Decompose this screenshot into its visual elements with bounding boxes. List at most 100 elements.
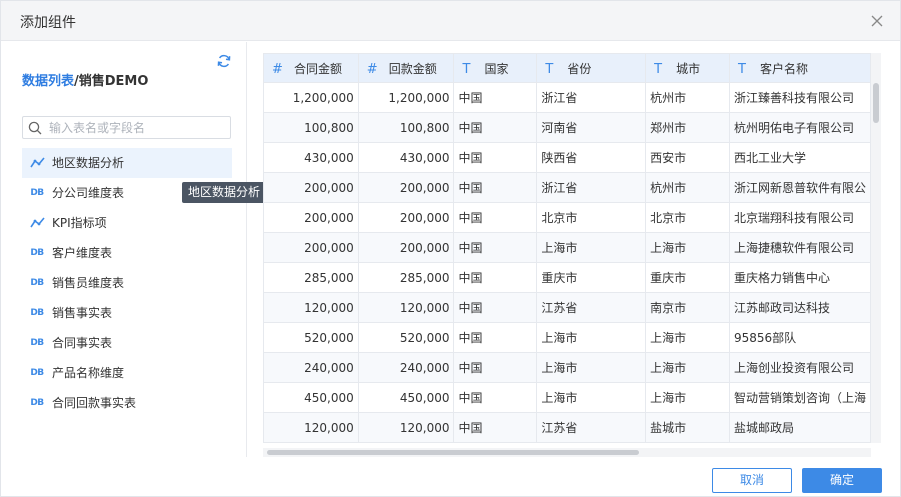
table-cell: 上海市 [645, 322, 730, 353]
table-item-region-analysis[interactable]: 地区数据分析 [22, 148, 232, 178]
table-cell: 重庆格力销售中心 [728, 262, 871, 293]
table-item-label: 销售员维度表 [52, 276, 125, 290]
table-cell: 中国 [453, 202, 538, 233]
table-cell: 北京市 [536, 202, 647, 233]
search-input[interactable] [49, 119, 227, 136]
table-row[interactable]: 1,200,000 1,200,000 中国 浙江省 杭州市 浙江臻善科技有限公司 [263, 82, 871, 113]
table-cell: 杭州市 [645, 82, 730, 113]
text-type-icon: T [737, 61, 746, 77]
table-cell: 重庆市 [645, 262, 730, 293]
table-row[interactable]: 200,000 200,000 中国 北京市 北京市 北京瑞翔科技有限公司 [263, 202, 871, 233]
table-cell: 郑州市 [645, 112, 730, 143]
table-cell: 中国 [453, 172, 538, 203]
table-cell: 江苏邮政司达科技 [728, 292, 871, 323]
table-cell: 200,000 [357, 202, 455, 233]
analysis-icon [29, 208, 45, 238]
db-icon: DB [30, 278, 44, 288]
table-item-contract-payment-fact[interactable]: DB 合同回款事实表 [22, 388, 232, 418]
table-cell: 240,000 [357, 352, 455, 383]
table-cell: 江苏省 [536, 412, 647, 443]
table-item-label: 销售事实表 [52, 306, 113, 320]
text-type-icon: T [654, 61, 663, 77]
scrollbar-thumb[interactable] [873, 83, 879, 123]
table-cell: 100,800 [263, 112, 359, 143]
add-component-dialog: 添加组件 数据列表/销售DEMO 输入表名或字段名 地区数据分析 DB 分公司维… [0, 0, 901, 497]
table-item-label: 地区数据分析 [52, 156, 125, 170]
table-cell: 北京市 [645, 202, 730, 233]
table-item-sales-fact[interactable]: DB 销售事实表 [22, 298, 232, 328]
table-row[interactable]: 120,000 120,000 中国 江苏省 盐城市 盐城邮政局 [263, 412, 871, 443]
table-item-contract-fact[interactable]: DB 合同事实表 [22, 328, 232, 358]
close-icon[interactable] [868, 12, 886, 30]
table-cell: 520,000 [357, 322, 455, 353]
number-type-icon: # [366, 61, 378, 77]
scrollbar-thumb[interactable] [267, 450, 639, 455]
table-row[interactable]: 450,000 450,000 中国 上海市 上海市 智动营销策划咨询（上海 [263, 382, 871, 413]
table-item-label: 客户维度表 [52, 246, 113, 260]
table-cell: 520,000 [263, 322, 359, 353]
table-cell: 盐城邮政局 [728, 412, 871, 443]
table-cell: 上海市 [536, 232, 647, 263]
table-cell: 浙江网新恩普软件有限公 [728, 172, 871, 203]
table-cell: 杭州市 [645, 172, 730, 203]
table-row[interactable]: 520,000 520,000 中国 上海市 上海市 95856部队 [263, 322, 871, 353]
table-cell: 西北工业大学 [728, 142, 871, 173]
table-item-customer-dimension[interactable]: DB 客户维度表 [22, 238, 232, 268]
horizontal-scrollbar[interactable] [263, 448, 871, 457]
table-cell: 上海市 [536, 382, 647, 413]
table-cell: 中国 [453, 412, 538, 443]
table-cell: 上海市 [645, 382, 730, 413]
table-cell: 浙江省 [536, 172, 647, 203]
table-row[interactable]: 200,000 200,000 中国 浙江省 杭州市 浙江网新恩普软件有限公 [263, 172, 871, 203]
table-cell: 200,000 [357, 172, 455, 203]
table-row[interactable]: 240,000 240,000 中国 上海市 上海市 上海创业投资有限公司 [263, 352, 871, 383]
column-header[interactable]: T 客户名称 [728, 53, 871, 83]
table-item-label: 合同回款事实表 [52, 396, 137, 410]
column-header[interactable]: T 国家 [453, 53, 538, 83]
table-cell: 430,000 [357, 142, 455, 173]
table-item-product-dimension[interactable]: DB 产品名称维度 [22, 358, 232, 388]
analysis-icon [29, 148, 45, 178]
table-item-kpi[interactable]: KPI指标项 [22, 208, 232, 238]
table-cell: 1,200,000 [357, 82, 455, 113]
table-item-label: 产品名称维度 [52, 366, 125, 380]
cancel-button[interactable]: 取消 [712, 468, 792, 493]
table-row[interactable]: 100,800 100,800 中国 河南省 郑州市 杭州明佑电子有限公司 [263, 112, 871, 143]
table-cell: 上海市 [645, 232, 730, 263]
table-cell: 北京瑞翔科技有限公司 [728, 202, 871, 233]
table-cell: 中国 [453, 232, 538, 263]
data-table: # 合同金额 # 回款金额 T 国家 T 省份 T 城市 T 客户名称 1,200,000 1… [263, 53, 871, 443]
breadcrumb-data-list-link[interactable]: 数据列表 [22, 74, 74, 89]
column-header[interactable]: # 合同金额 [263, 53, 359, 83]
table-cell: 南京市 [645, 292, 730, 323]
table-cell: 120,000 [263, 292, 359, 323]
table-header-row: # 合同金额 # 回款金额 T 国家 T 省份 T 城市 T 客户名称 [263, 53, 871, 83]
table-item-salesperson-dimension[interactable]: DB 销售员维度表 [22, 268, 232, 298]
search-icon [28, 121, 42, 135]
table-row[interactable]: 120,000 120,000 中国 江苏省 南京市 江苏邮政司达科技 [263, 292, 871, 323]
table-row[interactable]: 430,000 430,000 中国 陕西省 西安市 西北工业大学 [263, 142, 871, 173]
column-header[interactable]: # 回款金额 [357, 53, 455, 83]
db-icon: DB [30, 368, 44, 378]
number-type-icon: # [272, 61, 283, 77]
table-cell: 中国 [453, 142, 538, 173]
table-row[interactable]: 285,000 285,000 中国 重庆市 重庆市 重庆格力销售中心 [263, 262, 871, 293]
table-cell: 中国 [453, 112, 538, 143]
table-cell: 上海捷穗软件有限公司 [728, 232, 871, 263]
column-header[interactable]: T 省份 [536, 53, 647, 83]
table-cell: 江苏省 [536, 292, 647, 323]
table-cell: 120,000 [263, 412, 359, 443]
table-list-panel: 数据列表/销售DEMO 地区数据分析 DB 分公司维度表 [1, 42, 247, 457]
table-cell: 上海市 [645, 352, 730, 383]
column-header[interactable]: T 城市 [645, 53, 730, 83]
table-item-label: 分公司维度表 [52, 186, 125, 200]
refresh-icon[interactable] [216, 53, 232, 69]
table-cell: 中国 [453, 262, 538, 293]
table-row[interactable]: 200,000 200,000 中国 上海市 上海市 上海捷穗软件有限公司 [263, 232, 871, 263]
table-cell: 中国 [453, 82, 538, 113]
confirm-button[interactable]: 确定 [802, 468, 882, 493]
table-cell: 120,000 [357, 292, 455, 323]
dialog-title: 添加组件 [20, 15, 76, 31]
vertical-scrollbar[interactable] [871, 53, 881, 443]
db-icon: DB [30, 248, 44, 258]
